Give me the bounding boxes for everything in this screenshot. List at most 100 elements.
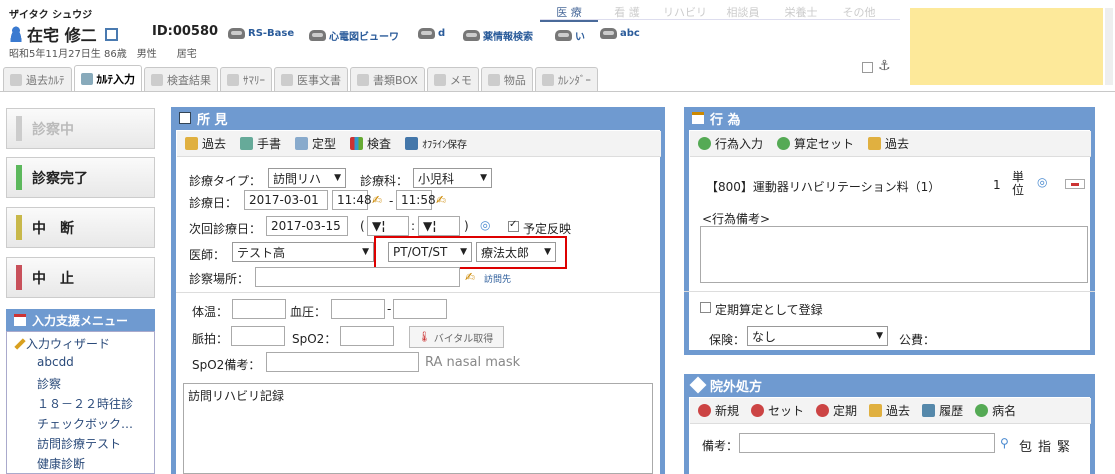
role-select[interactable]: PT/OT/ST — [388, 242, 472, 262]
date-input[interactable]: 2017-03-01 — [244, 190, 328, 210]
dept-select[interactable]: 小児科 — [413, 168, 492, 188]
calc-set-button[interactable]: 算定セット — [777, 135, 854, 152]
date-label: 診療日： — [189, 196, 238, 210]
new-button[interactable]: 新規 — [698, 402, 739, 419]
notepad-icon — [179, 112, 191, 124]
anchor-icon[interactable]: ⚓ — [878, 58, 891, 74]
tab-past-chart[interactable]: 過去ｶﾙﾃ — [3, 67, 72, 91]
kohi-label: 公費： — [899, 333, 936, 347]
tab-label: 医事文書 — [297, 73, 341, 87]
tab-medical-docs[interactable]: 医事文書 — [274, 67, 348, 91]
template-button[interactable]: 定型 — [295, 135, 336, 152]
action-input-button[interactable]: 行為入力 — [698, 135, 763, 152]
pen-icon[interactable]: ✍ — [465, 270, 475, 284]
tab-document-box[interactable]: 書類BOX — [350, 67, 425, 91]
tab-calendar[interactable]: ｶﾚﾝﾀﾞｰ — [534, 67, 598, 91]
menu-item[interactable]: abcdd — [37, 355, 74, 369]
doctor-select[interactable]: テスト高 — [232, 242, 374, 262]
hoken-select[interactable]: なし — [747, 326, 888, 346]
menu-item[interactable]: 診察 — [37, 375, 61, 392]
time-from-input[interactable]: 11:48 — [332, 190, 372, 210]
ext-link-drug-search[interactable]: 薬情報検索 — [463, 28, 533, 43]
ext-link-rs-base[interactable]: RS-Base — [228, 28, 294, 39]
next-hour-select[interactable]: ▼¦ — [367, 216, 409, 236]
button-label: 算定セット — [794, 137, 855, 151]
past-button[interactable]: 過去 — [185, 135, 226, 152]
therapist-select[interactable]: 療法太郎 — [476, 242, 556, 262]
handwrite-button[interactable]: 手書 — [240, 135, 281, 152]
status-button-interrupt[interactable]: 中 断 — [6, 207, 155, 248]
disease-button[interactable]: 病名 — [975, 402, 1016, 419]
time-to-input[interactable]: 11:58 — [396, 190, 436, 210]
menu-root-wizard[interactable]: 入力ウィザード — [14, 335, 110, 352]
spo2-input[interactable] — [340, 326, 394, 346]
status-button-in-exam[interactable]: 診察中 — [6, 108, 155, 149]
header-checkbox[interactable] — [862, 62, 873, 73]
ext-link-abc[interactable]: abc — [600, 28, 640, 39]
arrow-icon — [185, 137, 198, 150]
sticky-note-area[interactable] — [910, 8, 1103, 85]
history-button[interactable]: 履歴 — [922, 402, 963, 419]
action-note-textarea[interactable] — [700, 226, 1088, 283]
tab-memo[interactable]: メモ — [426, 67, 479, 91]
temp-input[interactable] — [232, 299, 286, 319]
status-button-complete[interactable]: 診察完了 — [6, 157, 155, 198]
flag-urgent[interactable]: 緊 — [1057, 436, 1070, 455]
ext-link-i[interactable]: い — [555, 28, 585, 43]
note-input[interactable] — [739, 433, 995, 453]
past-button[interactable]: 過去 — [868, 135, 909, 152]
search-icon[interactable]: ⚲ — [1000, 436, 1009, 450]
main-tabs: 過去ｶﾙﾃ ｶﾙﾃ入力 検査結果 ｻﾏﾘｰ 医事文書 書類BOX メモ 物品 ｶ… — [3, 65, 598, 91]
regular-button[interactable]: 定期 — [816, 402, 857, 419]
spo2-note-input[interactable] — [266, 352, 419, 372]
houmon-link[interactable]: 訪問先 — [484, 272, 511, 285]
menu-item[interactable]: １８－２２時往診 — [37, 395, 133, 412]
menu-item[interactable]: 健康診断 — [37, 455, 85, 472]
delete-button[interactable] — [1065, 179, 1085, 189]
place-input[interactable] — [255, 267, 460, 287]
action-item[interactable]: 【800】運動器リハビリテーション料（1） — [706, 178, 940, 195]
tab-chart-input[interactable]: ｶﾙﾃ入力 — [73, 65, 142, 91]
clock-icon[interactable]: ✍ — [436, 193, 446, 207]
button-label: ｵﾌﾗｲﾝ保存 — [422, 140, 468, 151]
ext-link-label: d — [438, 28, 446, 39]
clock-icon[interactable]: ✍ — [372, 193, 382, 207]
next-minute-select[interactable]: ▼¦ — [418, 216, 460, 236]
patient-name: 在宅 修二 — [9, 22, 118, 46]
ext-link-d[interactable]: d — [418, 28, 445, 39]
memo-textarea[interactable]: 訪問リハビリ記録 — [183, 383, 653, 474]
bp-high-input[interactable] — [331, 299, 385, 319]
tab-test-results[interactable]: 検査結果 — [144, 67, 218, 91]
bp-label: 血圧： — [290, 305, 327, 319]
offline-save-button[interactable]: ｵﾌﾗｲﾝ保存 — [405, 136, 467, 151]
vital-button[interactable]: 🌡 バイタル取得 — [409, 326, 504, 348]
comment-icon[interactable]: ◎ — [1037, 175, 1047, 189]
menu-item[interactable]: 訪問診療テスト — [37, 435, 121, 452]
ext-link-ecg-viewer[interactable]: 心電図ビューワ — [309, 28, 399, 43]
past-button[interactable]: 過去 — [869, 402, 910, 419]
tab-goods[interactable]: 物品 — [480, 67, 533, 91]
type-label: 診療タイプ： — [189, 174, 262, 188]
ext-link-label: 薬情報検索 — [483, 32, 533, 43]
arrow-icon — [868, 137, 882, 150]
test-button[interactable]: 検査 — [350, 135, 391, 152]
set-button[interactable]: セット — [751, 402, 804, 419]
flag-pack[interactable]: 包 — [1019, 436, 1032, 455]
teiki-checkbox[interactable] — [700, 302, 711, 313]
copy-icon[interactable] — [104, 27, 118, 41]
chat-icon[interactable]: ◎ — [480, 218, 490, 232]
ext-link-label: い — [575, 32, 585, 43]
status-button-cancel[interactable]: 中 止 — [6, 257, 155, 298]
bp-low-input[interactable] — [393, 299, 447, 319]
flag-instruct[interactable]: 指 — [1038, 436, 1051, 455]
scrollbar[interactable] — [1105, 8, 1113, 85]
select-value: PT/OT/ST — [393, 245, 448, 259]
type-select[interactable]: 訪問リハ — [268, 168, 346, 188]
tab-summary[interactable]: ｻﾏﾘｰ — [220, 67, 272, 91]
pulse-input[interactable] — [231, 326, 285, 346]
next-date-input[interactable]: 2017-03-15 — [266, 216, 348, 236]
yotei-checkbox[interactable] — [508, 219, 519, 232]
menu-item[interactable]: チェックボック… — [37, 415, 133, 432]
doctor-label: 医師： — [189, 248, 226, 262]
status-button-label: 診察中 — [32, 121, 74, 138]
